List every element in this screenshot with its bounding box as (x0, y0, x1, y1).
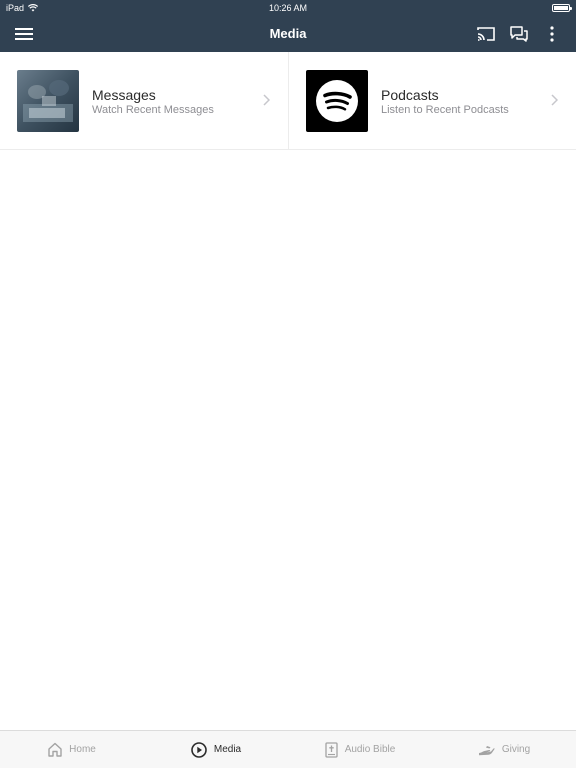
battery-fill (554, 6, 568, 10)
spotify-icon (306, 70, 368, 132)
battery-icon (552, 4, 572, 12)
navigation-bar: Media (0, 16, 576, 52)
chat-button[interactable] (507, 22, 531, 46)
chevron-right-icon (263, 94, 270, 106)
giving-hand-icon (478, 745, 495, 755)
tab-label: Giving (501, 744, 531, 755)
bible-icon (325, 741, 338, 758)
tile-messages[interactable]: Messages Watch Recent Messages (0, 52, 288, 150)
chevron-right-icon (551, 94, 558, 106)
tile-podcasts[interactable]: Podcasts Listen to Recent Podcasts (288, 52, 576, 150)
media-content: Messages Watch Recent Messages Podcasts … (0, 52, 576, 730)
tab-giving[interactable]: Giving (432, 731, 576, 768)
media-tiles: Messages Watch Recent Messages Podcasts … (0, 52, 576, 150)
status-time: 10:26 AM (268, 3, 308, 13)
tab-bar: Home Media Audio Bible Giving (0, 730, 576, 768)
more-vertical-icon (550, 26, 554, 42)
tab-label: Home (69, 744, 96, 755)
more-button[interactable] (540, 22, 564, 46)
home-icon (48, 742, 62, 757)
chat-icon (510, 26, 528, 42)
messages-thumbnail (17, 70, 79, 132)
tab-label: Audio Bible (344, 744, 396, 755)
tab-label: Media (213, 744, 242, 755)
tab-audio-bible[interactable]: Audio Bible (288, 731, 432, 768)
cast-icon (477, 27, 495, 41)
tile-label: Podcasts (381, 87, 439, 103)
tile-label: Messages (92, 87, 156, 103)
tab-media[interactable]: Media (144, 731, 288, 768)
play-circle-icon (191, 741, 207, 758)
tab-home[interactable]: Home (0, 731, 144, 768)
tile-subtitle: Listen to Recent Podcasts (381, 104, 509, 116)
spotify-thumbnail (306, 70, 368, 132)
cast-button[interactable] (474, 22, 498, 46)
status-bar: iPad 10:26 AM (0, 0, 576, 16)
tile-subtitle: Watch Recent Messages (92, 104, 214, 116)
